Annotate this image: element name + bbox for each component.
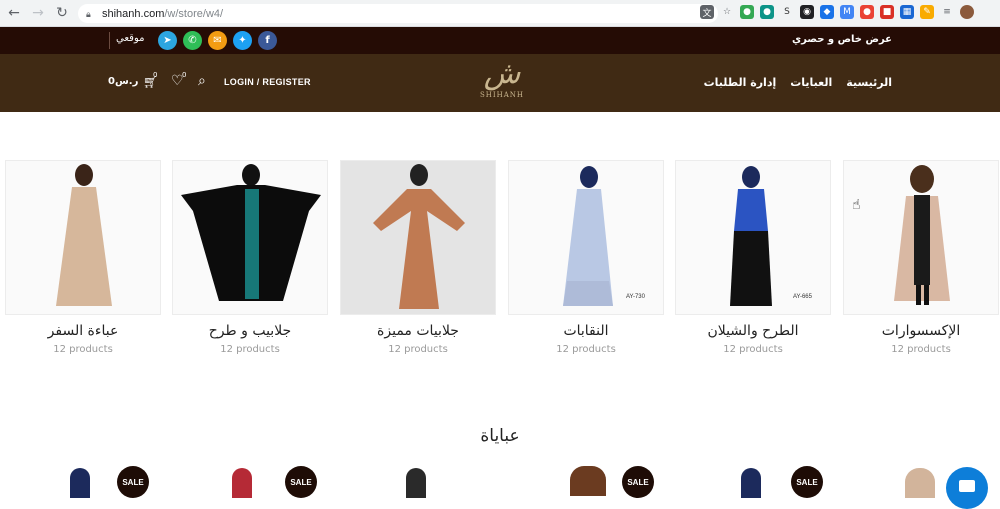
category-card[interactable]: الإكسسوارات 12 products — [843, 160, 999, 356]
reload-icon[interactable]: ↻ — [52, 3, 72, 23]
whatsapp-icon[interactable]: ✆ — [183, 31, 202, 50]
extension-icon[interactable]: ● — [740, 5, 754, 19]
product-row: SALE SALE SALE SALE — [0, 464, 1000, 498]
main-menu: الرئيسية العبايات إدارة الطلبات — [704, 76, 892, 89]
category-name[interactable]: جلابيب و طرح — [172, 323, 328, 339]
product-thumbnail[interactable] — [570, 466, 606, 496]
menu-icon[interactable]: ≡ — [940, 5, 954, 19]
extension-icon[interactable]: ● — [860, 5, 874, 19]
menu-item-home[interactable]: الرئيسية — [846, 76, 892, 89]
promo-text: عرض خاص و حصري — [791, 34, 892, 45]
url-host: shihanh.com — [102, 7, 165, 20]
category-image — [5, 160, 161, 315]
sale-badge: SALE — [791, 466, 823, 498]
divider — [109, 32, 110, 49]
forward-icon[interactable]: → — [28, 3, 48, 23]
search-icon[interactable]: ⌕ — [198, 73, 206, 89]
category-card[interactable]: AY-730 النقابات 12 products — [508, 160, 664, 356]
chat-widget-button[interactable] — [946, 467, 988, 509]
category-count: 12 products — [220, 344, 280, 355]
browser-toolbar: ← → ↻ 🔒︎ shihanh.com /w/store/w4/ 文 ☆ ● … — [0, 0, 1000, 27]
category-name[interactable]: عباءة السفر — [5, 323, 161, 339]
extension-icon[interactable]: ● — [760, 5, 774, 19]
translate-icon[interactable]: 文 — [700, 5, 714, 19]
top-announcement-bar: عرض خاص و حصري موقعي ➤ ✆ ✉ ✦ f — [0, 27, 1000, 54]
category-name[interactable]: جلابيات مميزة — [340, 323, 496, 339]
category-card[interactable]: AY-665 الطرح والشيلان 12 products — [675, 160, 831, 356]
category-card[interactable]: جلابيب و طرح 12 products — [172, 160, 328, 356]
category-count: 12 products — [723, 344, 783, 355]
category-image — [340, 160, 496, 315]
category-name[interactable]: النقابات — [508, 323, 664, 339]
category-count: 12 products — [891, 344, 951, 355]
url-path: /w/store/w4/ — [164, 7, 224, 20]
address-bar[interactable]: 🔒︎ shihanh.com /w/store/w4/ — [78, 4, 718, 23]
wishlist-count: 0 — [182, 71, 187, 79]
extension-icon[interactable]: S — [780, 5, 794, 19]
category-card[interactable]: عباءة السفر 12 products — [5, 160, 161, 356]
category-image: AY-665 — [675, 160, 831, 315]
category-image — [172, 160, 328, 315]
logo-mark: ش — [483, 56, 521, 91]
extension-icon[interactable]: ✎ — [920, 5, 934, 19]
section-title: عباياة — [480, 426, 520, 446]
sale-badge: SALE — [285, 466, 317, 498]
category-card[interactable]: جلابيات مميزة 12 products — [340, 160, 496, 356]
telegram-icon[interactable]: ➤ — [158, 31, 177, 50]
logo-word: SHIHANH — [479, 91, 525, 99]
site-header: الرئيسية العبايات إدارة الطلبات ش SHIHAN… — [0, 54, 1000, 112]
extension-icon[interactable]: M — [840, 5, 854, 19]
login-register-link[interactable]: LOGIN / REGISTER — [224, 77, 311, 87]
category-name[interactable]: الطرح والشيلان — [675, 323, 831, 339]
my-site-link[interactable]: موقعي — [116, 33, 144, 44]
hand-cursor-icon: ☝ — [852, 197, 861, 213]
extension-icon[interactable]: ◆ — [820, 5, 834, 19]
sale-badge: SALE — [117, 466, 149, 498]
product-code: AY-730 — [625, 294, 645, 300]
social-links: ➤ ✆ ✉ ✦ f — [158, 31, 277, 50]
category-count: 12 products — [556, 344, 616, 355]
extensions-bar: 文 ☆ ● ● S ◉ ◆ M ● ■ ▦ ✎ ≡ — [700, 5, 974, 19]
cart-total: 0ر.س — [108, 76, 139, 87]
category-image — [843, 160, 999, 315]
product-code: AY-665 — [792, 294, 812, 300]
menu-item-orders[interactable]: إدارة الطلبات — [704, 76, 777, 89]
extension-icon[interactable]: ▦ — [900, 5, 914, 19]
cart-count: 0 — [153, 71, 158, 79]
category-carousel: الإكسسوارات 12 products AY-665 الطرح وال… — [0, 160, 1000, 360]
email-icon[interactable]: ✉ — [208, 31, 227, 50]
menu-item-abayas[interactable]: العبايات — [790, 76, 832, 89]
back-icon[interactable]: ← — [4, 3, 24, 23]
twitter-icon[interactable]: ✦ — [233, 31, 252, 50]
extension-icon[interactable]: ■ — [880, 5, 894, 19]
category-name[interactable]: الإكسسوارات — [843, 323, 999, 339]
category-count: 12 products — [388, 344, 448, 355]
sale-badge: SALE — [622, 466, 654, 498]
extension-icon[interactable]: ◉ — [800, 5, 814, 19]
profile-avatar[interactable] — [960, 5, 974, 19]
star-icon[interactable]: ☆ — [720, 5, 734, 19]
lock-icon: 🔒︎ — [86, 8, 91, 19]
category-image: AY-730 — [508, 160, 664, 315]
category-count: 12 products — [53, 344, 113, 355]
site-logo[interactable]: ش SHIHANH — [476, 57, 528, 109]
facebook-icon[interactable]: f — [258, 31, 277, 50]
